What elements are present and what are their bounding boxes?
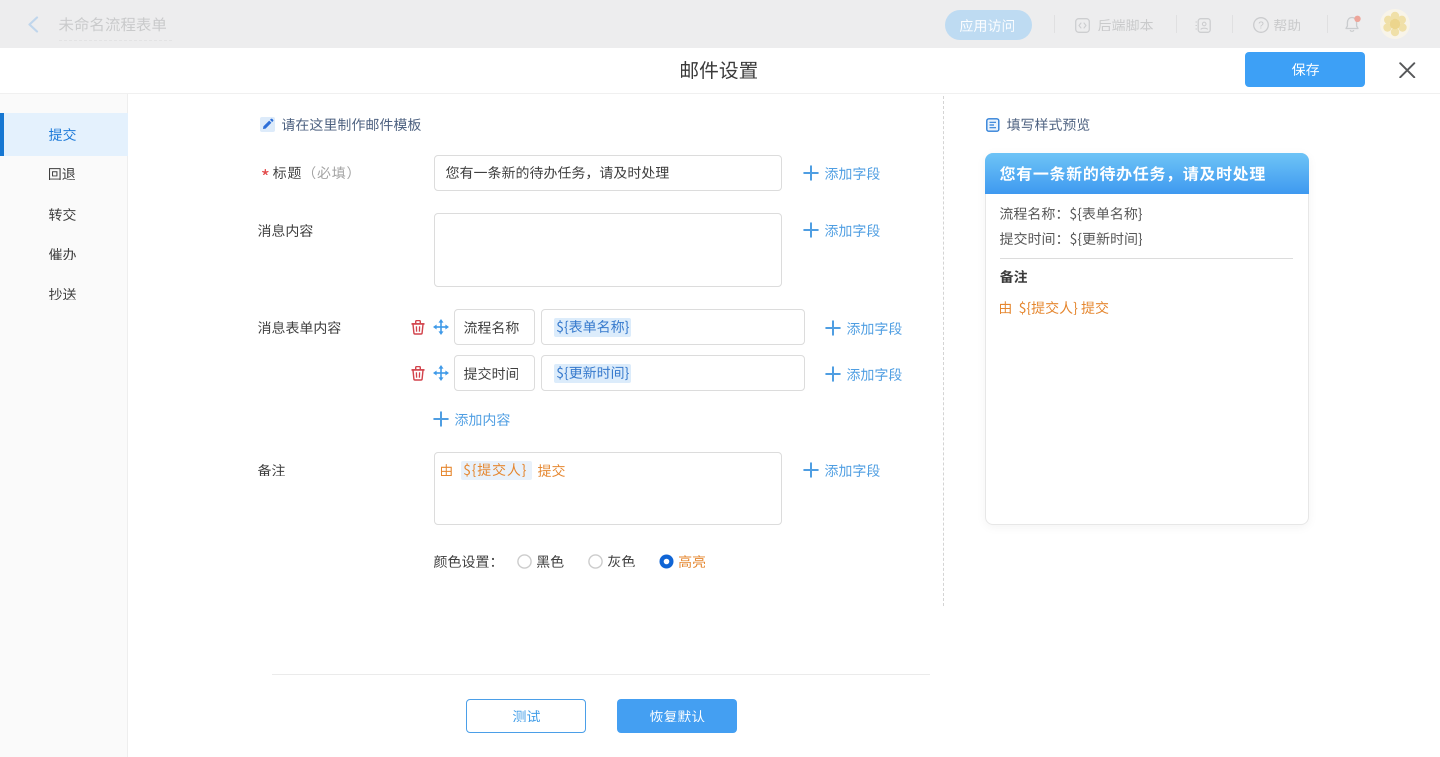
svg-text:?: ? [1258, 20, 1264, 31]
